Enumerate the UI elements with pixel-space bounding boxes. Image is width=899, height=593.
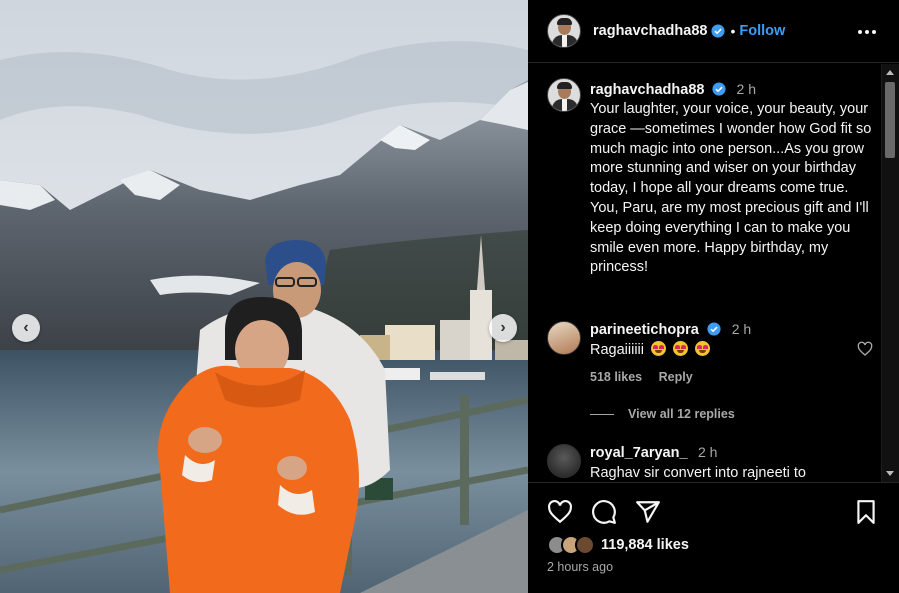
share-icon[interactable] xyxy=(635,499,661,525)
comment-username[interactable]: royal_7aryan_ xyxy=(590,445,688,461)
verified-icon xyxy=(711,24,726,38)
chevron-left-icon: ‹ xyxy=(23,319,29,336)
action-bar xyxy=(547,499,661,525)
heart-eyes-emoji-icon xyxy=(651,341,667,356)
likes-row[interactable]: 119,884 likes xyxy=(547,535,689,555)
post-side-panel: raghavchadha88 • Follow raghavchadha88 2… xyxy=(528,0,899,593)
bookmark-icon[interactable] xyxy=(853,499,879,525)
scrollbar-thumb[interactable] xyxy=(885,82,895,158)
view-replies-label: View all 12 replies xyxy=(628,407,735,421)
comment-time[interactable]: 2 h xyxy=(698,444,717,460)
comment-text: Ragaiiiiii xyxy=(590,342,644,358)
caption-time[interactable]: 2 h xyxy=(737,81,756,97)
reply-button[interactable]: Reply xyxy=(659,370,693,384)
comment-username[interactable]: parineetichopra xyxy=(590,322,699,338)
comment-likes[interactable]: 518 likes xyxy=(590,370,642,384)
replies-divider xyxy=(590,413,614,415)
commenter-avatar[interactable] xyxy=(547,444,581,478)
heart-eyes-emoji-icon xyxy=(695,341,711,356)
verified-icon xyxy=(712,82,727,96)
verified-icon xyxy=(707,322,721,336)
comment-text: Raghav sir convert into rajneeti to xyxy=(590,465,806,481)
liker-avatars xyxy=(547,535,595,555)
caption-text: Your laughter, your voice, your beauty, … xyxy=(590,101,872,276)
caption-username[interactable]: raghavchadha88 xyxy=(590,82,704,98)
scroll-up-icon[interactable] xyxy=(886,70,894,75)
author-username[interactable]: raghavchadha88 xyxy=(593,23,707,39)
scroll-down-icon[interactable] xyxy=(886,471,894,476)
caption-avatar[interactable] xyxy=(547,78,581,112)
post-header: raghavchadha88 • Follow xyxy=(528,0,899,63)
likes-count[interactable]: 119,884 likes xyxy=(601,537,689,553)
next-photo-button[interactable]: › xyxy=(489,314,517,342)
heart-icon[interactable] xyxy=(857,341,873,357)
posted-time[interactable]: 2 hours ago xyxy=(547,560,613,574)
comment-time[interactable]: 2 h xyxy=(732,321,751,337)
follow-button[interactable]: Follow xyxy=(739,23,785,39)
comments-scrollbar[interactable] xyxy=(881,64,899,482)
comments-section[interactable]: raghavchadha88 2 h Your laughter, your v… xyxy=(528,64,881,482)
post-photo[interactable]: ‹ › xyxy=(0,0,528,593)
comment-icon[interactable] xyxy=(591,499,617,525)
chevron-right-icon: › xyxy=(500,319,506,336)
author-avatar[interactable] xyxy=(547,14,581,48)
heart-eyes-emoji-icon xyxy=(673,341,689,356)
view-replies-button[interactable]: View all 12 replies xyxy=(590,407,735,421)
heart-icon[interactable] xyxy=(547,499,573,525)
separator-dot: • xyxy=(730,23,736,39)
photo-scene xyxy=(0,0,528,593)
commenter-avatar[interactable] xyxy=(547,321,581,355)
previous-photo-button[interactable]: ‹ xyxy=(12,314,40,342)
post-footer: 119,884 likes 2 hours ago xyxy=(528,482,899,593)
more-icon[interactable] xyxy=(857,22,877,42)
